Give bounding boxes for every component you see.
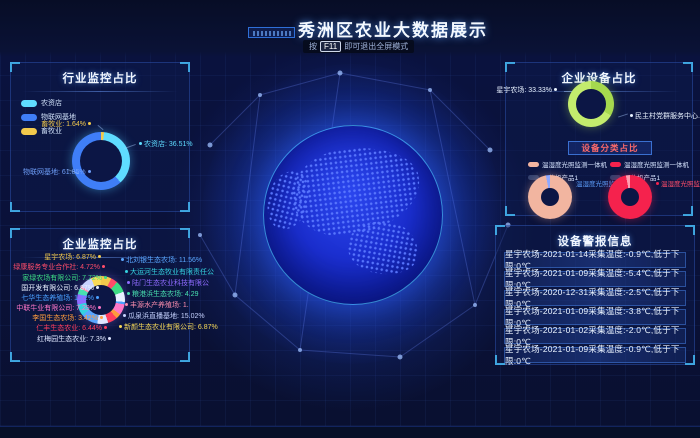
chart-label: 家绿农场有限公司: 7.72% [22, 275, 109, 283]
chart-label: 绿康服务专业合作社: 4.72% [13, 264, 107, 272]
industry-panel-title: 行业监控占比 [11, 63, 189, 86]
alarm-panel-title: 设备警报信息 [496, 226, 694, 249]
alarm-list: 星宇农场-2021-01-14采集温度:-0.9℃,低于下限:0℃ 星宇农场-2… [504, 252, 686, 366]
chart-label: 温湿度光照监测一... [654, 181, 700, 189]
enterprise-panel-title: 企业监控占比 [11, 229, 189, 252]
legend-swatch [21, 100, 37, 107]
legend-swatch [21, 128, 37, 135]
brand-logo [248, 27, 295, 38]
alarm-row: 星宇农场-2021-01-14采集温度:-0.9℃,低于下限:0℃ [504, 252, 686, 268]
category-donut-left[interactable] [528, 175, 572, 219]
industry-legend: 农资店 物联网基地 畜牧业 [21, 98, 189, 136]
category-donut-right[interactable] [608, 175, 652, 219]
hint-suffix: 即可退出全屏模式 [344, 41, 408, 52]
chart-label: 民主村党群服务中心... [628, 113, 700, 121]
chart-label: 大运河生态牧业有限责任公 [123, 269, 214, 277]
chart-label: 新颜生态农业有限公司: 6.87% [117, 324, 218, 332]
chart-label: 瓜泉浜直播基地: 15.02% [121, 313, 205, 321]
chart-label: 李国生态农场: 3.42% [32, 315, 105, 323]
chart-label: 星宇农场: 33.33% [496, 87, 559, 95]
legend-swatch [528, 162, 539, 167]
chart-label: 红梅园生态农业: 7.3% [37, 336, 113, 344]
chart-label: 北刘银生态农场: 11.56% [119, 257, 202, 265]
chart-label: 粮港浜生态农场: 4.29 [125, 291, 199, 299]
legend-item[interactable]: 温湿度光照监测一体机 [528, 159, 607, 169]
legend-item[interactable]: 农资店 [21, 98, 189, 108]
chart-label: 物联网基地: 61.85% [23, 169, 93, 177]
alarm-row: 星宇农场-2021-01-09采集温度:-0.9℃,低于下限:0℃ [504, 347, 686, 363]
industry-donut-chart[interactable] [72, 132, 130, 190]
legend-label: 温湿度光照监测一体机 [542, 159, 607, 169]
enterprise-monitor-panel: 企业监控占比 星宇农场: 6.87% 绿康服务专业合作社: 4.72% 家绿农场… [10, 228, 190, 362]
chart-label: 七华生态养殖场: 1.72% [21, 295, 101, 303]
globe-visualization[interactable] [263, 125, 443, 305]
alarm-row: 星宇农场-2020-12-31采集温度:-2.5℃,低于下限:0℃ [504, 290, 686, 306]
chart-label: 国开发有限公司: 6.87% [21, 285, 101, 293]
device-alarm-panel: 设备警报信息 星宇农场-2021-01-14采集温度:-0.9℃,低于下限:0℃… [495, 225, 695, 365]
chart-label: 星宇农场: 6.87% [44, 254, 103, 262]
chart-label: 农资店: 36.51% [137, 141, 193, 149]
label-connector [564, 91, 572, 92]
alarm-row: 星宇农场-2021-01-02采集温度:-2.0℃,低于下限:0℃ [504, 328, 686, 344]
hint-prefix: 按 [309, 41, 317, 52]
legend-label: 农资店 [41, 98, 62, 108]
fullscreen-hint: 按 F11 即可退出全屏模式 [303, 40, 414, 53]
category-section-title: 设备分类占比 [568, 141, 652, 155]
legend-swatch [610, 162, 621, 167]
legend-item[interactable]: 温湿度光照监测一体机 [610, 159, 689, 169]
chart-label: 陆门生态农业科技有限公 [125, 280, 209, 288]
alarm-row: 星宇农场-2021-01-09采集温度:-3.8℃,低于下限:0℃ [504, 309, 686, 325]
alarm-row: 星宇农场-2021-01-09采集温度:-5.4℃,低于下限:0℃ [504, 271, 686, 287]
industry-monitor-panel: 行业监控占比 农资店 物联网基地 畜牧业 畜牧业: 1.64% 农资店: 36.… [10, 62, 190, 212]
header-bar: 秀洲区农业大数据展示 按 F11 即可退出全屏模式 [0, 0, 700, 57]
chart-label: 仁丰生态农业: 6.44% [36, 325, 109, 333]
device-donut-chart[interactable] [568, 81, 614, 127]
footer-bar [0, 426, 700, 438]
chart-label: 丰源水产养殖场: 1. [123, 302, 189, 310]
label-connector [124, 144, 136, 149]
dashboard: 秀洲区农业大数据展示 按 F11 即可退出全屏模式 行业监控占比 [0, 0, 700, 438]
chart-label: 中联牛业有限公司: 7.29% [16, 305, 103, 313]
page-title: 秀洲区农业大数据展示 [298, 16, 488, 41]
title-divider [22, 91, 179, 92]
f11-key-badge: F11 [320, 41, 341, 52]
label-connector [618, 113, 628, 117]
legend-swatch [21, 114, 37, 121]
legend-label: 温湿度光照监测一体机 [624, 159, 689, 169]
chart-label: 畜牧业: 1.64% [41, 121, 93, 129]
device-ratio-panel: 企业设备占比 星宇农场: 33.33% 民主村党群服务中心... 设备分类占比 … [505, 62, 693, 216]
